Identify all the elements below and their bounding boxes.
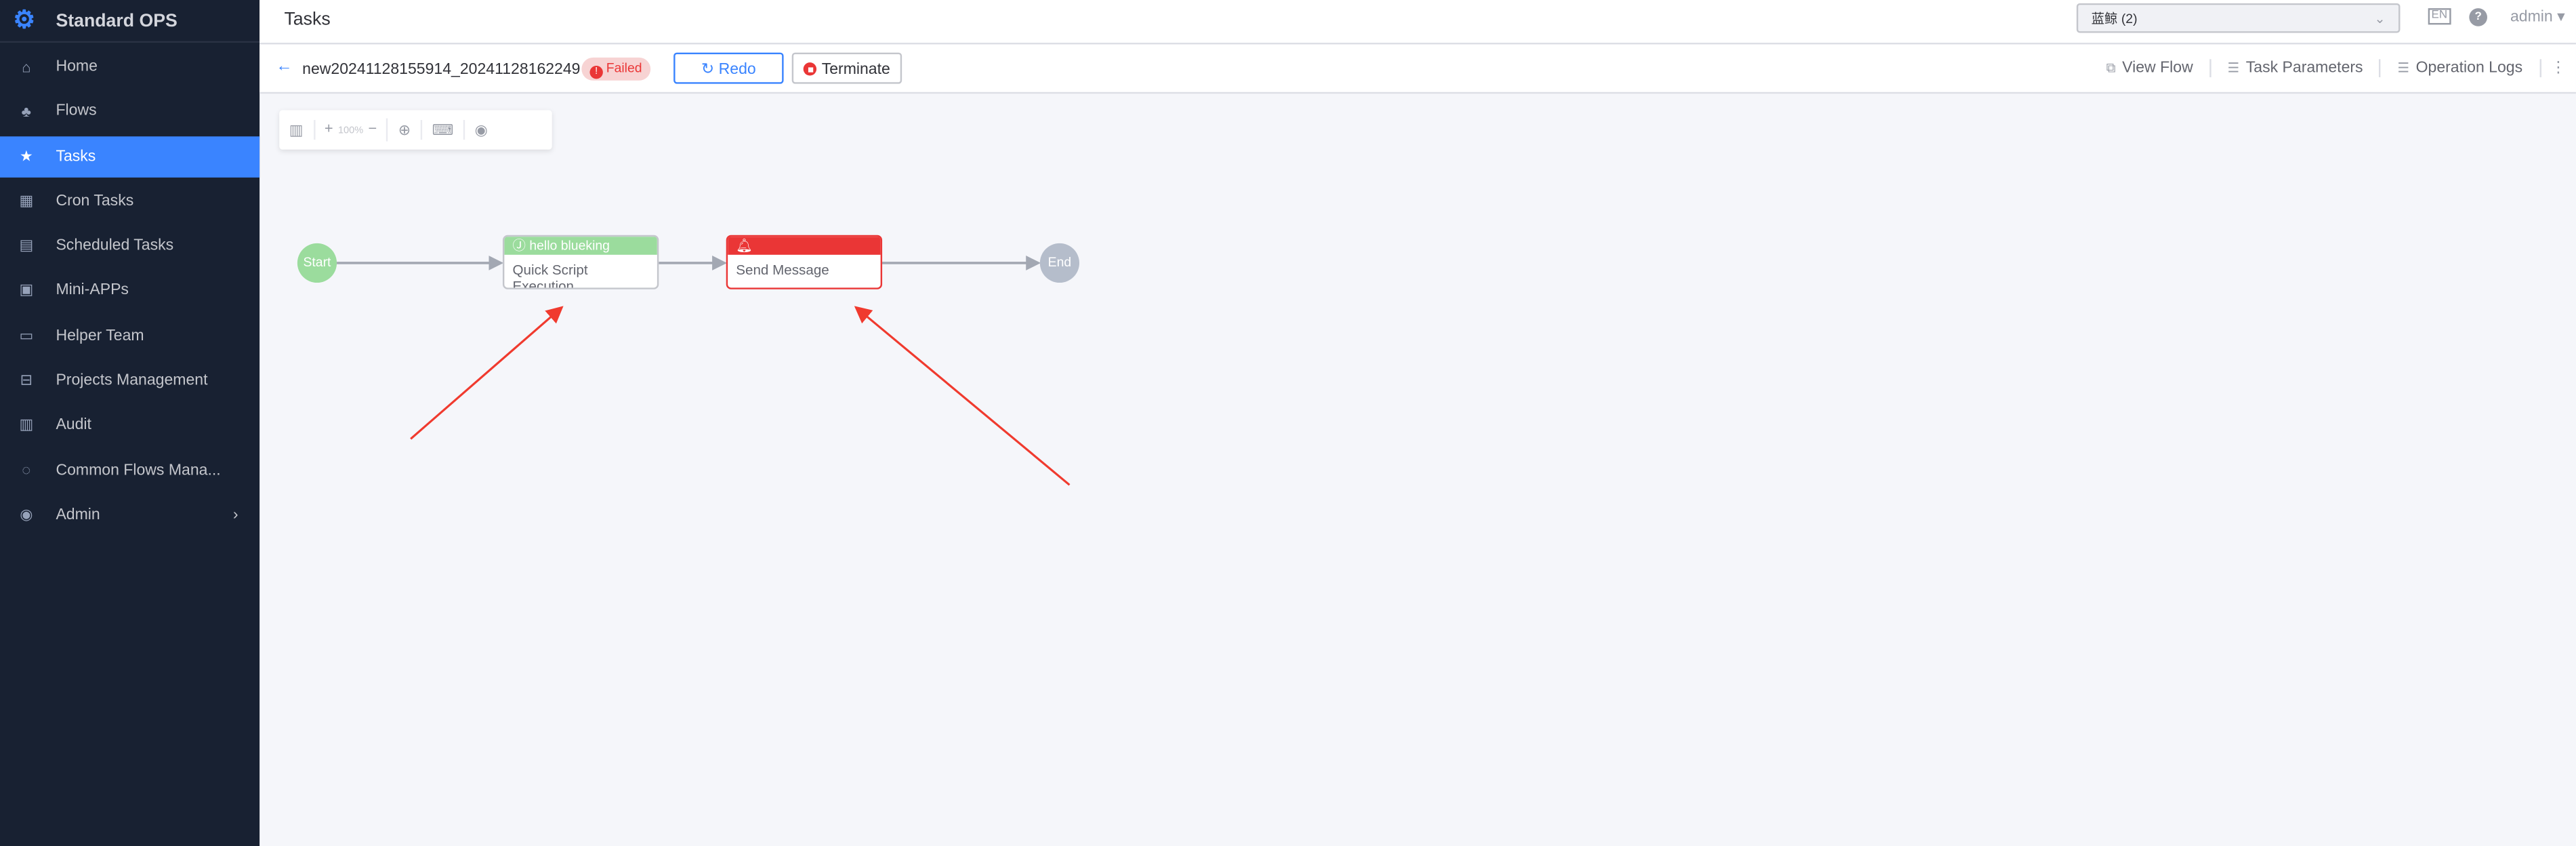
sidebar-item-admin[interactable]: ◉ Admin › (0, 495, 259, 536)
logo-icon: ⚙ (13, 5, 36, 34)
zoom-in-icon[interactable]: + (325, 120, 333, 136)
sidebar-item-home[interactable]: ⌂ Home (0, 46, 259, 87)
bell-icon: 🔔︎ (736, 238, 753, 254)
map-icon[interactable]: ▥ (279, 120, 315, 140)
node-title: Send Message (736, 261, 829, 278)
brand[interactable]: ⚙ Standard OPS (0, 0, 260, 43)
back-arrow-icon[interactable]: ← (276, 58, 292, 76)
locate-icon[interactable]: ⊕ (388, 120, 423, 140)
sidebar-item-label: Scheduled Tasks (56, 237, 174, 256)
status-badge: ! Failed (581, 57, 650, 81)
help-icon[interactable]: ? (2469, 8, 2487, 26)
project-select-value: 蓝鲸 (2) (2091, 11, 2138, 26)
sidebar-item-mini-apps[interactable]: ▣ Mini-APPs (0, 270, 259, 312)
sidebar-item-flows[interactable]: ♣ Flows (0, 91, 259, 132)
flows-icon: ♣ (21, 103, 31, 120)
sidebar-item-label: Mini-APPs (56, 281, 129, 300)
common-flows-icon: ◌ (22, 462, 31, 479)
sliders-icon: ☰ (2397, 60, 2409, 76)
node-header: 🔔︎ (728, 237, 881, 255)
zoom-controls: +100% − (314, 118, 389, 142)
external-link-icon: ⧉ (2106, 60, 2116, 76)
task-parameters-button[interactable]: ☰ Task Parameters (2211, 59, 2382, 77)
page-title: Tasks (284, 9, 331, 30)
sidebar-item-label: Audit (56, 416, 91, 435)
operation-logs-label: Operation Logs (2415, 59, 2523, 77)
sidebar-item-label: Home (56, 57, 98, 76)
zoom-out-icon[interactable]: − (368, 120, 377, 136)
node-title: Quick Script Execution (512, 261, 588, 289)
admin-icon: ◉ (20, 506, 33, 523)
chevron-down-icon: ⌄ (2374, 11, 2386, 26)
cron-icon: ▦ (19, 192, 34, 209)
start-node[interactable]: Start (297, 243, 337, 283)
sidebar-item-projects-management[interactable]: ⊟ Projects Management (0, 360, 259, 401)
apps-icon: ▣ (19, 281, 34, 299)
sidebar-item-label: Tasks (56, 147, 96, 165)
eye-icon[interactable]: ◉ (465, 120, 497, 140)
sidebar-item-tasks[interactable]: ★ Tasks (0, 136, 260, 177)
sidebar-item-label: Projects Management (56, 371, 208, 390)
sidebar-item-label: Admin (56, 506, 100, 525)
flow-node-quick-script[interactable]: Ⓙ hello blueking Quick Script Execution (502, 235, 659, 289)
audit-icon: ▥ (19, 416, 34, 433)
node-header: Ⓙ hello blueking (504, 237, 657, 255)
projects-icon: ⊟ (20, 371, 33, 388)
sidebar-nav: ⌂ Home ♣ Flows ★ Tasks ▦ Cron Tasks ▤ Schedul… (0, 46, 260, 540)
end-node[interactable]: End (1039, 243, 1080, 283)
job-icon: Ⓙ (512, 238, 526, 254)
redo-icon: ↻ (701, 60, 715, 79)
more-icon[interactable]: ⋮ (2541, 59, 2576, 77)
schedule-icon: ▤ (19, 237, 34, 254)
redo-button[interactable]: ↻ Redo (673, 52, 784, 84)
flow-node-send-message[interactable]: 🔔︎ Send Message (726, 235, 883, 289)
node-header-label: hello blueking (529, 238, 610, 254)
error-icon: ! (589, 65, 603, 79)
terminate-button[interactable]: Terminate (791, 52, 902, 84)
redo-label: Redo (718, 60, 756, 79)
status-text: Failed (606, 60, 642, 76)
top-bar: Tasks 蓝鲸 (2) ⌄ EN ? admin ▾ (259, 0, 2576, 45)
task-header: ← new20241128155914_20241128162249 ! Fail… (259, 44, 2576, 94)
sliders-icon: ☰ (2227, 60, 2240, 76)
project-select[interactable]: 蓝鲸 (2) ⌄ (2076, 3, 2401, 33)
sidebar-item-cron-tasks[interactable]: ▦ Cron Tasks (0, 180, 259, 222)
user-name: admin (2510, 8, 2553, 26)
view-flow-button[interactable]: ⧉ View Flow (2090, 59, 2211, 77)
tasks-icon: ★ (19, 147, 33, 164)
stop-icon (804, 62, 817, 76)
app-name: Standard OPS (56, 10, 178, 31)
sidebar-item-common-flows[interactable]: ◌ Common Flows Mana... (0, 450, 259, 491)
sidebar-item-label: Cron Tasks (56, 192, 134, 211)
home-icon: ⌂ (22, 58, 31, 75)
chevron-right-icon: › (232, 506, 238, 525)
task-name: new20241128155914_20241128162249 (302, 60, 581, 79)
canvas-toolbar: ▥ +100% − ⊕ ⌨ ◉ (279, 110, 552, 150)
sidebar-item-label: Helper Team (56, 326, 144, 345)
operation-logs-button[interactable]: ☰ Operation Logs (2381, 59, 2541, 77)
zoom-level: 100% (337, 126, 364, 137)
team-icon: ▭ (19, 326, 34, 344)
user-menu[interactable]: admin ▾ (2510, 8, 2565, 26)
terminate-label: Terminate (821, 60, 890, 79)
sidebar: ⚙ Standard OPS ⌂ Home ♣ Flows ★ Tasks ▦ Cron… (0, 0, 260, 846)
sidebar-item-label: Flows (56, 102, 97, 121)
language-icon[interactable]: EN (2428, 8, 2451, 25)
sidebar-item-scheduled-tasks[interactable]: ▤ Scheduled Tasks (0, 226, 259, 267)
task-parameters-label: Task Parameters (2245, 59, 2363, 77)
annotation-arrow (854, 306, 1071, 486)
view-flow-label: View Flow (2122, 59, 2193, 77)
task-actions: ⧉ View Flow ☰ Task Parameters ☰ Operation L… (2090, 59, 2576, 77)
keyboard-icon[interactable]: ⌨ (422, 120, 465, 140)
sidebar-item-label: Common Flows Mana... (56, 461, 221, 480)
sidebar-item-audit[interactable]: ▥ Audit (0, 405, 259, 446)
annotation-arrow (410, 306, 564, 440)
sidebar-item-helper-team[interactable]: ▭ Helper Team (0, 315, 259, 357)
